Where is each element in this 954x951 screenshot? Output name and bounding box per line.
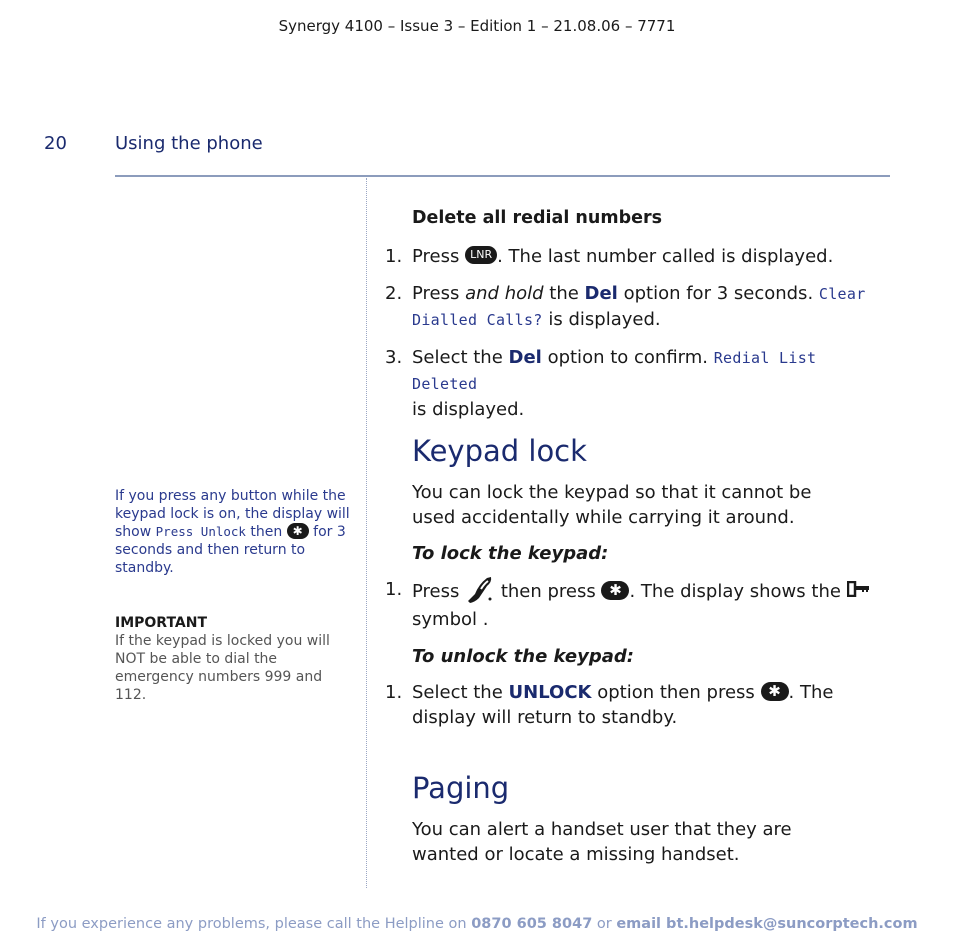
keypad-lock-section: Keypad lock You can lock the keypad so t… — [385, 433, 875, 730]
step-number: 2. — [385, 283, 403, 304]
step-text: Select the — [412, 347, 509, 368]
step-number: 1. — [385, 579, 403, 600]
step-emphasis: and hold — [465, 283, 544, 304]
keypad-lock-intro: You can lock the keypad so that it canno… — [412, 482, 812, 528]
lock-step-1: 1. Press then press ✱. The display shows… — [385, 577, 875, 632]
step-number: 1. — [385, 682, 403, 703]
delete-step-2: 2. Press and hold the Del option for 3 s… — [385, 281, 875, 333]
footer-text: or — [592, 916, 617, 932]
important-text: If the keypad is locked you will NOT be … — [115, 633, 330, 703]
delete-redial-section: Delete all redial numbers 1. Press LNR. … — [385, 206, 875, 422]
step-text: is displayed. — [412, 399, 525, 420]
step-text: the — [543, 283, 585, 304]
delete-step-3: 3. Select the Del option to confirm. Red… — [385, 345, 875, 422]
sidebar-keypad-note: If you press any button while the keypad… — [115, 487, 355, 577]
header-rule — [115, 175, 890, 177]
important-title: IMPORTANT — [115, 615, 208, 631]
star-key-icon: ✱ — [286, 523, 309, 539]
page-number: 20 — [44, 133, 67, 154]
step-text: option then press — [591, 682, 761, 703]
column-divider — [366, 178, 367, 888]
lcd-display-text: Press Unlock — [155, 524, 246, 539]
del-option-label: Del — [508, 347, 542, 368]
helpline-phone: 0870 605 8047 — [471, 916, 593, 932]
paging-intro: You can alert a handset user that they a… — [412, 819, 792, 865]
footer-text: If you experience any problems, please c… — [36, 916, 472, 932]
step-text: Press — [412, 581, 466, 602]
step-text: Select the — [412, 682, 509, 703]
unlock-step-1: 1. Select the UNLOCK option then press ✱… — [385, 680, 875, 730]
step-text: . The display shows the — [629, 581, 847, 602]
keypad-lock-symbol-icon — [846, 581, 869, 597]
step-text: symbol . — [412, 609, 489, 630]
note-text: then — [245, 524, 287, 540]
lnr-redial-icon: LNR — [465, 246, 498, 264]
step-text: option to confirm. — [541, 347, 714, 368]
step-text: . The last number called is displayed. — [497, 246, 834, 267]
delete-redial-title: Delete all redial numbers — [412, 208, 663, 228]
unlock-option-label: UNLOCK — [508, 682, 592, 703]
step-text: option for 3 seconds. — [617, 283, 819, 304]
important-note: IMPORTANT If the keypad is locked you wi… — [115, 614, 355, 704]
delete-step-1: 1. Press LNR. The last number called is … — [385, 244, 875, 269]
paging-heading: Paging — [412, 771, 510, 805]
star-key-icon: ✱ — [760, 681, 789, 701]
step-text: Press — [412, 283, 466, 304]
step-text: is displayed. — [542, 309, 661, 330]
step-number: 1. — [385, 246, 403, 267]
step-text: Press — [412, 246, 466, 267]
unlock-subhead: To unlock the keypad: — [412, 646, 634, 667]
handset-icon — [468, 577, 492, 603]
lock-subhead: To lock the keypad: — [412, 543, 609, 564]
keypad-lock-heading: Keypad lock — [412, 434, 587, 468]
star-key-icon: ✱ — [601, 580, 630, 600]
paging-section: Paging You can alert a handset user that… — [385, 770, 875, 867]
section-title: Using the phone — [115, 133, 263, 154]
helpline-footer: If you experience any problems, please c… — [0, 916, 954, 932]
helpdesk-email: email bt.helpdesk@suncorptech.com — [616, 916, 918, 932]
step-number: 3. — [385, 347, 403, 368]
step-text: then press — [495, 581, 602, 602]
del-option-label: Del — [584, 283, 618, 304]
document-id-header: Synergy 4100 – Issue 3 – Edition 1 – 21.… — [278, 17, 676, 35]
